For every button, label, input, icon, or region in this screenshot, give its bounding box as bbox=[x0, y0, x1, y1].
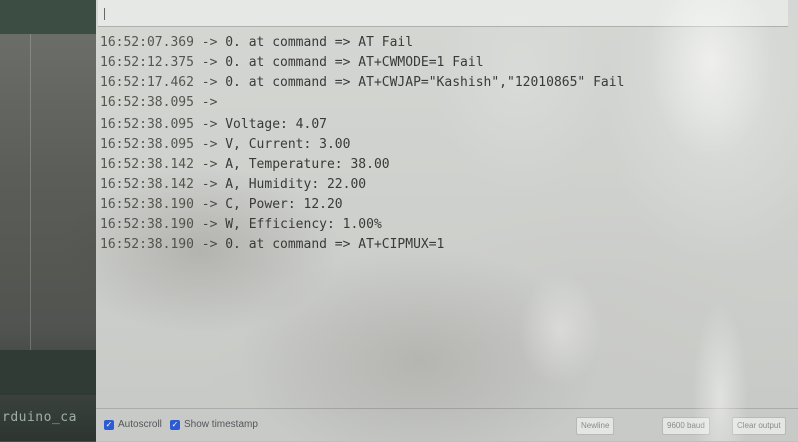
line-message: A, Temperature: 38.00 bbox=[225, 157, 390, 172]
text-caret bbox=[104, 8, 105, 20]
autoscroll-label: Autoscroll bbox=[118, 419, 162, 430]
show-timestamp-label: Show timestamp bbox=[184, 419, 258, 430]
editor-console-band bbox=[0, 350, 96, 395]
line-ending-select[interactable]: Newline bbox=[576, 417, 615, 435]
ide-editor-strip: rduino_ca bbox=[0, 0, 96, 441]
line-message: 0. at command => AT+CWJAP="Kashish","120… bbox=[225, 75, 625, 90]
line-timestamp: 16:52:07.369 bbox=[100, 35, 194, 50]
serial-line: 16:52:12.375 -> 0. at command => AT+CWMO… bbox=[100, 53, 484, 73]
serial-line: 16:52:38.190 -> 0. at command => AT+CIPM… bbox=[100, 235, 444, 255]
serial-monitor-window: 16:52:07.369 -> 0. at command => AT Fail… bbox=[96, 0, 798, 441]
serial-output-area[interactable]: 16:52:07.369 -> 0. at command => AT Fail… bbox=[100, 33, 780, 405]
line-arrow: -> bbox=[193, 117, 226, 132]
line-message: Voltage: 4.07 bbox=[225, 117, 327, 132]
autoscroll-checkbox[interactable]: ✓ Autoscroll bbox=[104, 419, 162, 430]
line-arrow: -> bbox=[193, 197, 226, 212]
serial-line: 16:52:38.095 -> Voltage: 4.07 bbox=[100, 115, 327, 135]
line-arrow: -> bbox=[193, 55, 226, 70]
serial-input-field[interactable] bbox=[98, 0, 788, 27]
sketch-name: rduino_ca bbox=[2, 410, 77, 425]
clear-output-button[interactable]: Clear output bbox=[732, 417, 786, 435]
checkmark-icon: ✓ bbox=[104, 419, 114, 430]
line-message: 0. at command => AT+CIPMUX=1 bbox=[225, 237, 445, 252]
serial-line: 16:52:38.190 -> C, Power: 12.20 bbox=[100, 195, 343, 215]
line-message: A, Humidity: 22.00 bbox=[225, 177, 367, 192]
line-timestamp: 16:52:38.190 bbox=[100, 217, 194, 232]
line-message: 0. at command => AT+CWMODE=1 Fail bbox=[225, 55, 484, 70]
line-message: C, Power: 12.20 bbox=[225, 197, 343, 212]
line-message: V, Current: 3.00 bbox=[225, 137, 351, 152]
serial-line: 16:52:07.369 -> 0. at command => AT Fail bbox=[100, 33, 413, 53]
serial-monitor-footer: ✓ Autoscroll ✓ Show timestamp Newline 96… bbox=[96, 408, 798, 442]
line-arrow: -> bbox=[193, 237, 226, 252]
editor-toolbar-band bbox=[0, 0, 96, 34]
line-timestamp: 16:52:38.095 bbox=[100, 95, 194, 110]
serial-line: 16:52:38.142 -> A, Temperature: 38.00 bbox=[100, 155, 390, 175]
line-timestamp: 16:52:38.190 bbox=[100, 237, 194, 252]
line-timestamp: 16:52:38.142 bbox=[100, 177, 194, 192]
line-message: 0. at command => AT Fail bbox=[225, 35, 414, 50]
line-arrow: -> bbox=[193, 35, 226, 50]
line-timestamp: 16:52:38.190 bbox=[100, 197, 194, 212]
line-timestamp: 16:52:12.375 bbox=[100, 55, 194, 70]
show-timestamp-checkbox[interactable]: ✓ Show timestamp bbox=[170, 419, 258, 430]
editor-gutter-line bbox=[30, 34, 31, 364]
line-arrow: -> bbox=[193, 75, 226, 90]
serial-line: 16:52:38.190 -> W, Efficiency: 1.00% bbox=[100, 215, 382, 235]
line-arrow: -> bbox=[193, 137, 226, 152]
line-arrow: -> bbox=[193, 157, 226, 172]
line-arrow: -> bbox=[193, 177, 226, 192]
serial-line: 16:52:17.462 -> 0. at command => AT+CWJA… bbox=[100, 73, 624, 93]
line-timestamp: 16:52:38.095 bbox=[100, 117, 194, 132]
line-message: W, Efficiency: 1.00% bbox=[225, 217, 382, 232]
line-timestamp: 16:52:38.142 bbox=[100, 157, 194, 172]
line-timestamp: 16:52:38.095 bbox=[100, 137, 194, 152]
baud-rate-select[interactable]: 9600 baud bbox=[662, 417, 710, 435]
serial-line: 16:52:38.095 -> bbox=[100, 93, 217, 113]
line-arrow: -> bbox=[193, 95, 218, 110]
checkmark-icon: ✓ bbox=[170, 419, 180, 430]
serial-line: 16:52:38.142 -> A, Humidity: 22.00 bbox=[100, 175, 366, 195]
serial-line: 16:52:38.095 -> V, Current: 3.00 bbox=[100, 135, 350, 155]
line-timestamp: 16:52:17.462 bbox=[100, 75, 194, 90]
line-arrow: -> bbox=[193, 217, 226, 232]
